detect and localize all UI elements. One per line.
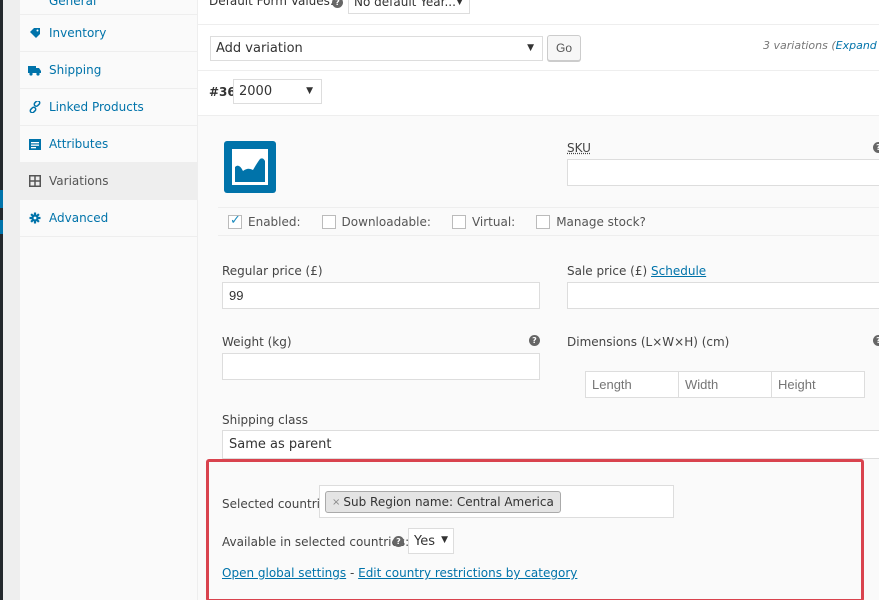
sale-price-input[interactable] xyxy=(567,282,879,309)
restriction-links: Open global settings - Edit country rest… xyxy=(222,566,577,580)
chevron-down-icon: ▼ xyxy=(527,43,534,53)
manage-stock-checkbox[interactable]: Manage stock? xyxy=(536,214,646,229)
regular-price-label: Regular price (£) xyxy=(222,264,323,278)
sidebar-item-linked-products[interactable]: Linked Products xyxy=(20,89,197,126)
grid-icon xyxy=(28,175,41,188)
sidebar-item-inventory[interactable]: Inventory xyxy=(20,15,197,52)
sale-price-label: Sale price (£) Schedule xyxy=(567,264,706,278)
image-placeholder-icon xyxy=(224,141,276,193)
add-variation-value: Add variation xyxy=(216,41,303,56)
weight-input[interactable] xyxy=(222,353,540,380)
product-data-tabs: General Inventory Shipping Linked Produc… xyxy=(3,0,198,600)
dimensions-inputs xyxy=(585,371,865,398)
available-in-selected-label: Available in selected countries: xyxy=(222,535,410,549)
checkbox-unchecked[interactable] xyxy=(536,214,551,229)
sidebar-item-shipping[interactable]: Shipping xyxy=(20,52,197,89)
shipping-class-value: Same as parent xyxy=(229,437,332,452)
variation-attribute-value: 2000 xyxy=(239,84,273,99)
truck-icon xyxy=(28,64,41,77)
sidebar-item-general[interactable]: General xyxy=(20,0,197,15)
chevron-down-icon: ▼ xyxy=(306,86,313,96)
sku-label: SKU xyxy=(567,141,591,155)
checkbox-unchecked[interactable] xyxy=(451,214,466,229)
chevron-down-icon: ▼ xyxy=(456,0,463,7)
checkbox-checked[interactable] xyxy=(228,213,242,229)
help-icon[interactable]: ? xyxy=(873,335,879,346)
available-select[interactable]: Yes ▼ xyxy=(408,528,454,554)
selected-countries-label: Selected countries xyxy=(222,497,334,511)
edit-category-restrictions-link[interactable]: Edit country restrictions by category xyxy=(358,566,577,580)
link-separator: - xyxy=(346,566,359,580)
sidebar-item-attributes[interactable]: Attributes xyxy=(20,126,197,163)
default-year-select[interactable]: No default Year... ▼ xyxy=(348,0,470,14)
length-input[interactable] xyxy=(585,371,679,398)
sidebar-item-label: Attributes xyxy=(49,137,109,151)
virtual-checkbox[interactable]: Virtual: xyxy=(451,214,516,229)
help-icon[interactable]: ? xyxy=(873,142,879,153)
checkbox-label: Downloadable: xyxy=(341,214,431,229)
add-variation-row: Add variation ▼ Go 3 variations (Expand … xyxy=(198,25,879,71)
regular-price-input[interactable] xyxy=(222,282,540,309)
sale-price-text: Sale price (£) xyxy=(567,264,648,278)
selected-countries-input[interactable]: × Sub Region name: Central America xyxy=(319,485,674,518)
sidebar-item-variations[interactable]: Variations xyxy=(20,163,197,200)
sku-input[interactable] xyxy=(567,159,879,186)
sidebar-item-label: Variations xyxy=(49,174,109,188)
add-variation-select[interactable]: Add variation ▼ xyxy=(210,36,543,61)
downloadable-checkbox[interactable]: Downloadable: xyxy=(321,214,431,229)
gear-icon xyxy=(28,212,41,225)
sidebar-item-label: General xyxy=(49,0,97,8)
default-form-values-label: Default Form Values: xyxy=(209,0,334,8)
variation-id: #36 xyxy=(209,85,236,99)
variation-body: SKU ? Enabled: Downloadable: Virtual: Ma… xyxy=(198,116,879,600)
shipping-class-select[interactable]: Same as parent ▼ xyxy=(222,430,879,459)
checkbox-label: Virtual: xyxy=(471,214,516,229)
height-input[interactable] xyxy=(771,371,865,398)
width-input[interactable] xyxy=(678,371,772,398)
chevron-down-icon: ▼ xyxy=(441,535,448,545)
available-value: Yes xyxy=(414,534,435,549)
variation-header[interactable]: #36 2000 ▼ xyxy=(198,71,879,116)
default-form-values-row: Default Form Values: ? No default Year..… xyxy=(198,0,879,25)
shipping-class-label: Shipping class xyxy=(222,413,308,427)
tag-icon xyxy=(28,27,41,40)
variation-options: Enabled: Downloadable: Virtual: Manage s… xyxy=(218,207,879,236)
default-year-value: No default Year... xyxy=(354,0,456,9)
expand-link[interactable]: Expand xyxy=(836,39,877,52)
help-icon[interactable]: ? xyxy=(332,0,343,8)
variations-count-text: 3 variations ( xyxy=(763,39,836,52)
variation-attribute-select[interactable]: 2000 ▼ xyxy=(233,79,322,104)
country-tag: × Sub Region name: Central America xyxy=(325,491,561,513)
list-icon xyxy=(28,138,41,151)
variations-panel: Default Form Values: ? No default Year..… xyxy=(198,0,879,600)
remove-tag-icon[interactable]: × xyxy=(332,497,340,508)
sidebar-item-label: Shipping xyxy=(49,63,102,77)
country-restrictions-highlight: Selected countries × Sub Region name: Ce… xyxy=(206,459,864,600)
variation-image-upload[interactable] xyxy=(224,141,276,193)
country-tag-label: Sub Region name: Central America xyxy=(343,495,554,509)
sidebar-item-label: Inventory xyxy=(49,26,107,40)
weight-label: Weight (kg) xyxy=(222,335,292,349)
checkbox-label: Manage stock? xyxy=(556,214,646,229)
dimensions-label: Dimensions (L×W×H) (cm) xyxy=(567,335,730,349)
enabled-checkbox[interactable]: Enabled: xyxy=(228,213,301,229)
link-icon xyxy=(28,101,41,114)
variations-count: 3 variations (Expand / Close) xyxy=(763,39,879,52)
open-global-settings-link[interactable]: Open global settings xyxy=(222,566,346,580)
help-icon[interactable]: ? xyxy=(393,536,404,547)
checkbox-label: Enabled: xyxy=(248,214,301,229)
go-button[interactable]: Go xyxy=(547,35,581,61)
sidebar-item-advanced[interactable]: Advanced xyxy=(20,200,197,237)
schedule-link[interactable]: Schedule xyxy=(651,264,706,278)
checkbox-unchecked[interactable] xyxy=(321,214,336,229)
sidebar-item-label: Linked Products xyxy=(49,100,144,114)
sidebar-item-label: Advanced xyxy=(49,211,109,225)
help-icon[interactable]: ? xyxy=(529,335,540,346)
